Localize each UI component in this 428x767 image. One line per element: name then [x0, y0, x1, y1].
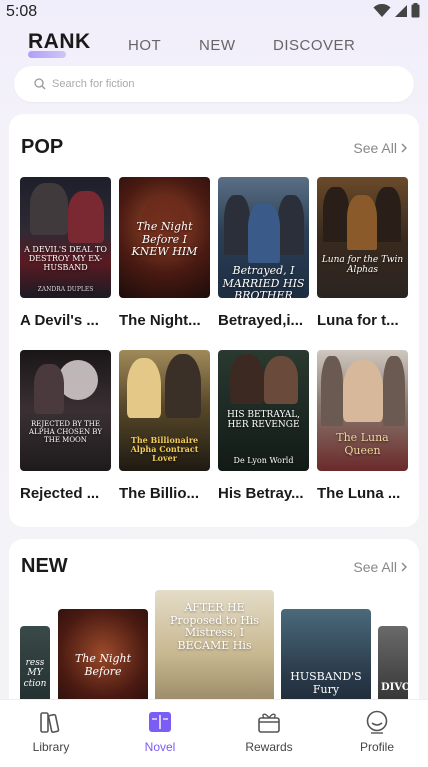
section-title-new: NEW	[21, 555, 68, 577]
book-title: Betrayed,i...	[218, 312, 304, 329]
cover-title: The Night Before I KNEW HIM	[131, 220, 198, 259]
book-cover[interactable]: The Night Before I KNEW HIM	[119, 177, 210, 298]
book-card[interactable]: Betrayed, I MARRIED HIS BROTHER Betrayed…	[218, 177, 309, 329]
search-placeholder: Search for fiction	[52, 78, 135, 90]
tab-rank[interactable]: RANK	[28, 30, 91, 54]
nav-profile[interactable]: Profile	[337, 710, 417, 754]
cover-title: AFTER HE Proposed to His Mistress, I BEC…	[170, 601, 259, 652]
status-icons	[373, 3, 420, 18]
book-cover[interactable]: The Luna Queen	[317, 350, 408, 471]
chevron-right-icon	[401, 143, 407, 153]
book-title: A Devil's ...	[20, 312, 99, 329]
nav-label: Rewards	[245, 740, 293, 754]
nav-label: Novel	[144, 740, 176, 754]
cover-title: A DEVIL'S DEAL TO DESTROY MY EX-HUSBAND	[24, 245, 107, 273]
search-icon	[34, 78, 46, 90]
nav-label: Profile	[359, 740, 394, 754]
new-see-all-button[interactable]: See All	[353, 559, 407, 575]
cover-title: The Night Before	[74, 652, 132, 678]
book-card[interactable]: A DEVIL'S DEAL TO DESTROY MY EX-HUSBAND …	[20, 177, 111, 329]
bottom-nav: Library Novel Rewards Profile	[0, 699, 428, 767]
top-tabs: RANK HOT NEW DISCOVER	[0, 28, 428, 62]
book-title: His Betray...	[218, 485, 304, 502]
new-section: NEW See All ress MY ction The Night Befo…	[9, 539, 419, 719]
book-cover[interactable]: The Billionaire Alpha Contract Lover	[119, 350, 210, 471]
book-title: Rejected ...	[20, 485, 100, 502]
search-input[interactable]: Search for fiction	[14, 66, 414, 102]
book-card[interactable]: HIS BETRAYAL, HER REVENGE De Lyon World …	[218, 350, 309, 502]
book-card[interactable]: Luna for the Twin Alphas Luna for t...	[317, 177, 408, 329]
tab-hot[interactable]: HOT	[128, 37, 161, 54]
cover-title: HUSBAND'S Fury	[290, 670, 362, 696]
section-title-pop: POP	[21, 136, 64, 158]
cover-title: The Billionaire Alpha Contract Lover	[130, 435, 199, 464]
cover-title: ress MY ction	[23, 658, 47, 689]
nav-rewards[interactable]: Rewards	[229, 710, 309, 754]
book-title: Luna for t...	[317, 312, 399, 329]
book-card[interactable]: REJECTED BY THE ALPHA CHOSEN BY THE MOON…	[20, 350, 111, 502]
book-cover[interactable]: HIS BETRAYAL, HER REVENGE De Lyon World	[218, 350, 309, 471]
book-cover[interactable]: Luna for the Twin Alphas	[317, 177, 408, 298]
book-card[interactable]: The Night Before I KNEW HIM The Night...	[119, 177, 210, 329]
book-cover[interactable]: A DEVIL'S DEAL TO DESTROY MY EX-HUSBAND …	[20, 177, 111, 298]
tab-new[interactable]: NEW	[199, 37, 236, 54]
wifi-icon	[373, 3, 391, 17]
book-cover[interactable]: REJECTED BY THE ALPHA CHOSEN BY THE MOON	[20, 350, 111, 471]
book-cover[interactable]: Betrayed, I MARRIED HIS BROTHER	[218, 177, 309, 298]
nav-library[interactable]: Library	[11, 710, 91, 754]
book-title: The Billio...	[119, 485, 200, 502]
book-title: The Luna ...	[317, 485, 401, 502]
cover-title: DIVO	[381, 682, 408, 693]
nav-novel[interactable]: Novel	[120, 710, 200, 754]
rewards-icon	[258, 713, 280, 733]
book-card[interactable]: The Billionaire Alpha Contract Lover The…	[119, 350, 210, 502]
cover-title: HIS BETRAYAL, HER REVENGE	[226, 410, 301, 431]
cover-author: De Lyon World	[233, 456, 294, 465]
status-bar: 5:08	[0, 0, 428, 24]
book-title: The Night...	[119, 312, 201, 329]
library-icon	[40, 712, 60, 733]
profile-icon	[366, 710, 388, 734]
see-all-label: See All	[353, 140, 397, 156]
cover-title: The Luna Queen	[336, 431, 389, 457]
status-time: 5:08	[6, 3, 38, 20]
see-all-label: See All	[353, 559, 397, 575]
novel-icon	[149, 712, 171, 732]
cover-title: Betrayed, I MARRIED HIS BROTHER	[222, 264, 305, 298]
pop-see-all-button[interactable]: See All	[353, 140, 407, 156]
pop-section: POP See All A DEVIL'S DEAL TO DESTROY MY…	[9, 114, 419, 527]
nav-label: Library	[32, 740, 70, 754]
chevron-right-icon	[401, 562, 407, 572]
book-card[interactable]: The Luna Queen The Luna ...	[317, 350, 408, 502]
battery-icon	[411, 3, 420, 18]
cover-title: Luna for the Twin Alphas	[321, 255, 404, 276]
signal-icon	[395, 4, 407, 17]
cover-author: ZANDRA DUPLES	[37, 286, 94, 293]
tab-discover[interactable]: DISCOVER	[273, 37, 355, 54]
cover-title: REJECTED BY THE ALPHA CHOSEN BY THE MOON	[29, 420, 102, 445]
